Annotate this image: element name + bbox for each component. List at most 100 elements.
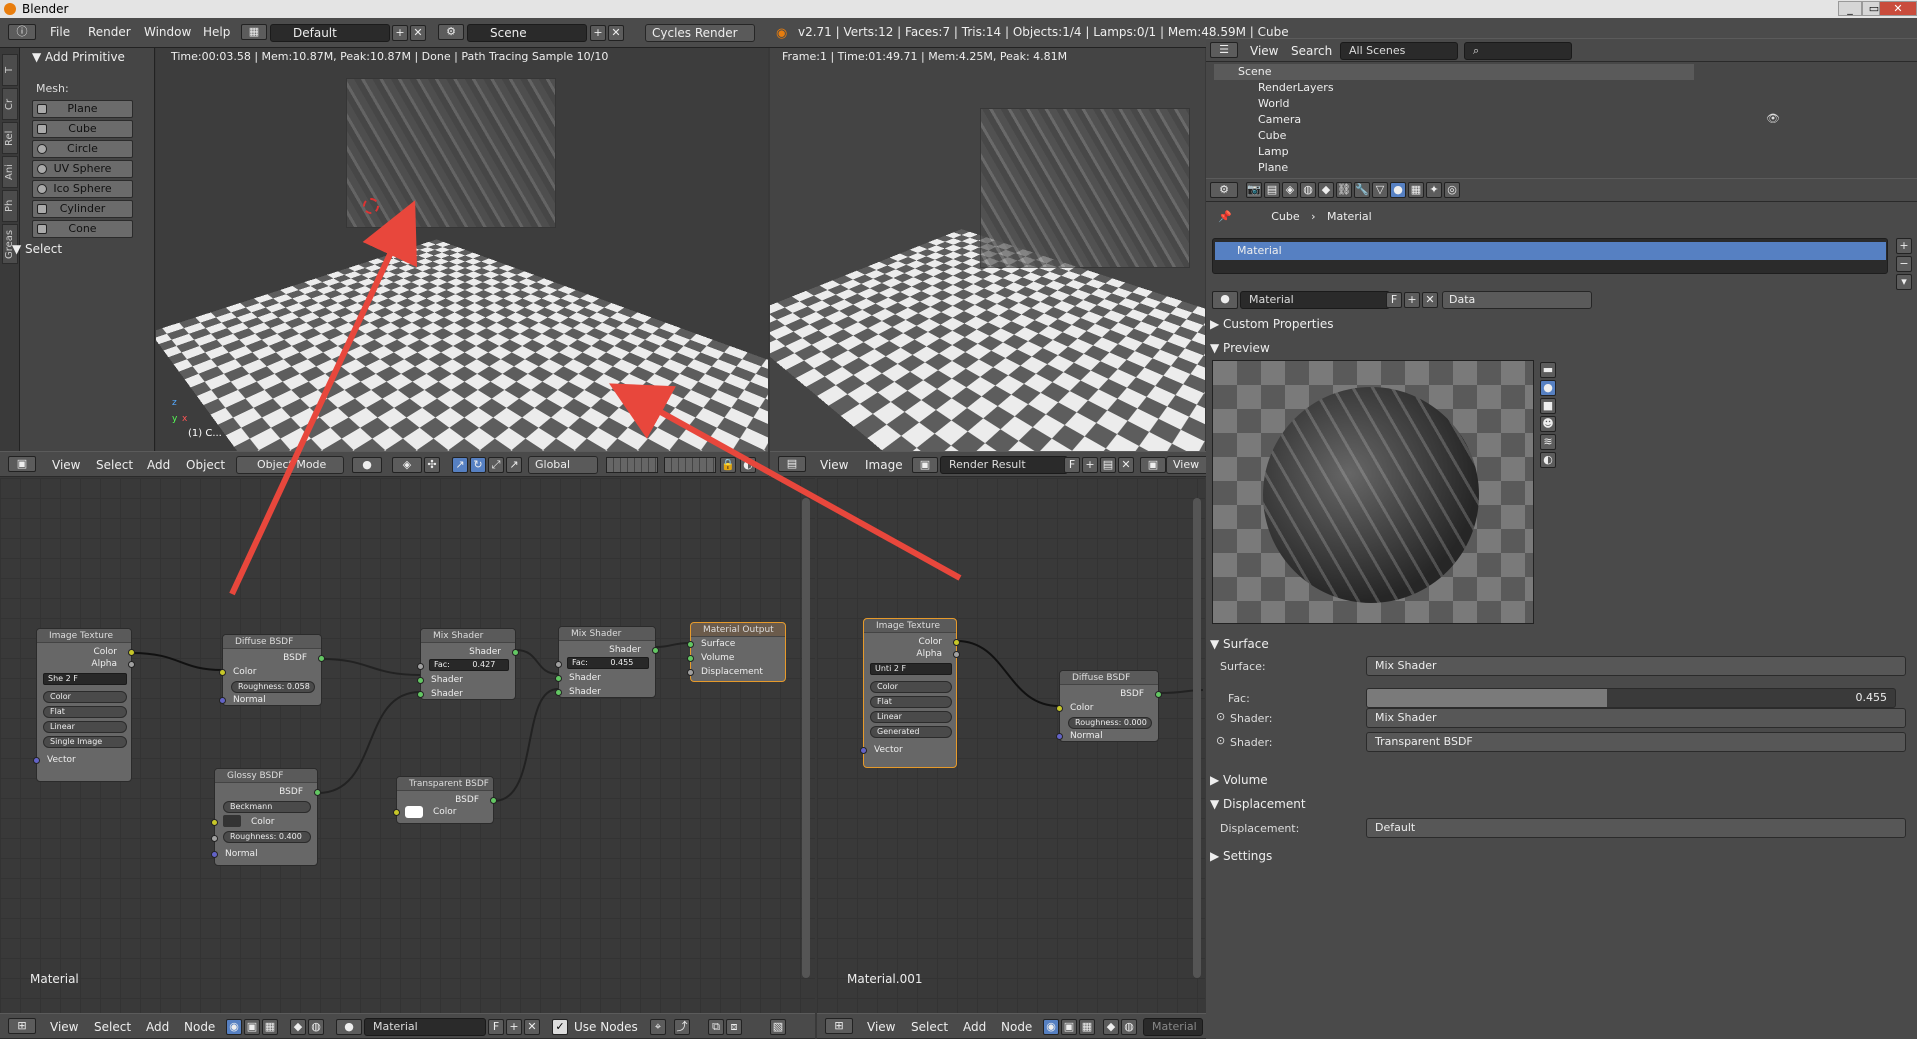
preview-sphere-icon[interactable]: ● xyxy=(1540,380,1556,396)
color-swatch-white[interactable] xyxy=(405,806,423,818)
render-result-field[interactable]: Render Result xyxy=(940,456,1068,474)
roughness-field[interactable]: Roughness: 0.400 xyxy=(223,831,311,843)
preview-cube-icon[interactable]: ■ xyxy=(1540,398,1556,414)
world-shader-icon[interactable]: ◍ xyxy=(1121,1019,1137,1035)
input-socket-normal[interactable] xyxy=(211,851,218,858)
panel-custom-properties[interactable]: ▶ Custom Properties xyxy=(1210,314,1913,334)
scene-field[interactable]: Scene xyxy=(467,24,587,42)
particles-tab-icon[interactable]: ✦ xyxy=(1426,182,1442,198)
visibility-eye-icon[interactable]: 👁 xyxy=(1766,112,1780,125)
view-icon[interactable]: ▣ xyxy=(1140,457,1166,473)
tab-relations[interactable]: Rel xyxy=(2,122,18,154)
outliner-item-camera[interactable]: Camera xyxy=(1234,112,1301,128)
material-fake-user-button[interactable]: F xyxy=(488,1019,504,1035)
output-socket-bsdf[interactable] xyxy=(1155,691,1162,698)
output-socket-bsdf[interactable] xyxy=(314,789,321,796)
shader-nodes-icon[interactable]: ◉ xyxy=(1043,1019,1059,1035)
panel-volume[interactable]: ▶ Volume xyxy=(1210,770,1913,790)
material-slots-list[interactable]: Material xyxy=(1212,238,1888,274)
node-menu-select[interactable]: Select xyxy=(911,1020,948,1034)
backdrop-icon[interactable]: ▧ xyxy=(770,1019,786,1035)
node-menu-view[interactable]: View xyxy=(50,1020,78,1034)
constraints-tab-icon[interactable]: ⛓ xyxy=(1336,182,1352,198)
image-fake-user-button[interactable]: F xyxy=(1064,457,1080,473)
interpolation-dropdown[interactable]: Flat xyxy=(870,696,952,708)
compositing-nodes-icon[interactable]: ▣ xyxy=(1061,1019,1077,1035)
input-socket-normal[interactable] xyxy=(219,697,226,704)
tab-physics[interactable]: Ph xyxy=(2,190,18,222)
texture-tab-icon[interactable]: ▦ xyxy=(1408,182,1424,198)
image-view-dropdown[interactable]: View xyxy=(1166,456,1210,474)
screen-add-button[interactable]: + xyxy=(392,25,408,41)
render-layers-tab-icon[interactable]: ▤ xyxy=(1264,182,1280,198)
material-new-button[interactable]: + xyxy=(506,1019,522,1035)
data-tab-icon[interactable]: ▽ xyxy=(1372,182,1388,198)
slot-add-button[interactable]: + xyxy=(1896,238,1912,254)
slot-menu-button[interactable]: ▾ xyxy=(1896,274,1912,290)
material-browse-icon[interactable]: ● xyxy=(1212,291,1238,309)
input-socket-shader-1[interactable] xyxy=(555,675,562,682)
outliner-search-input[interactable]: ⌕ xyxy=(1464,42,1572,60)
material-browse-icon[interactable]: ● xyxy=(336,1019,362,1035)
input-socket-vector[interactable] xyxy=(860,747,867,754)
add-ico-sphere-button[interactable]: Ico Sphere xyxy=(32,180,133,198)
displacement-field[interactable]: Default xyxy=(1366,818,1906,838)
mode-dropdown[interactable]: Object Mode xyxy=(236,456,344,474)
material-datablock-field[interactable]: Material xyxy=(1240,291,1390,309)
fac-field[interactable]: Fac: 0.455 xyxy=(567,657,649,669)
scene-tab-icon[interactable]: ◈ xyxy=(1282,182,1298,198)
outliner[interactable]: ☰ View Search All Scenes ⌕ Scene RenderL… xyxy=(1206,38,1917,178)
outliner-item-cube[interactable]: Cube xyxy=(1234,128,1286,144)
minimize-button[interactable]: _ xyxy=(1838,1,1862,16)
input-socket-surface[interactable] xyxy=(687,641,694,648)
viewport-menu-object[interactable]: Object xyxy=(186,458,225,472)
fac-field[interactable]: Fac: 0.427 xyxy=(429,659,509,671)
input-socket-color[interactable] xyxy=(1056,705,1063,712)
output-socket-alpha[interactable] xyxy=(128,661,135,668)
node-menu-node[interactable]: Node xyxy=(184,1020,215,1034)
material-unlink-button[interactable]: ✕ xyxy=(1422,292,1438,308)
material-link-dropdown[interactable]: Data xyxy=(1442,291,1592,309)
compositing-nodes-icon[interactable]: ▣ xyxy=(244,1019,260,1035)
viewport-menu-add[interactable]: Add xyxy=(147,458,170,472)
output-socket-alpha[interactable] xyxy=(953,651,960,658)
image-unlink-button[interactable]: ✕ xyxy=(1118,457,1134,473)
node-menu-view[interactable]: View xyxy=(867,1020,895,1034)
material-tab-icon[interactable]: ● xyxy=(1390,182,1406,198)
shader1-link-icon[interactable]: ⊙ xyxy=(1216,710,1225,723)
render-engine-dropdown[interactable]: Cycles Render xyxy=(645,24,755,42)
image-new-button[interactable]: + xyxy=(1082,457,1098,473)
texture-nodes-icon[interactable]: ▦ xyxy=(262,1019,278,1035)
shader2-field[interactable]: Transparent BSDF xyxy=(1366,732,1906,752)
interpolation-dropdown[interactable]: Flat xyxy=(43,706,127,718)
input-socket-volume[interactable] xyxy=(687,655,694,662)
node-glossy-bsdf[interactable]: Glossy BSDF BSDF Beckmann Color Roughnes… xyxy=(211,768,321,866)
3d-cursor-icon[interactable] xyxy=(363,198,379,214)
preview-sphere-sky-icon[interactable]: ◐ xyxy=(1540,452,1556,468)
image-editor-render[interactable]: Frame:1 | Time:01:49.71 | Mem:4.25M, Pea… xyxy=(770,48,1205,451)
screen-delete-button[interactable]: ✕ xyxy=(410,25,426,41)
panel-select-header[interactable]: ▼ Select xyxy=(12,242,62,256)
output-socket-shader[interactable] xyxy=(652,647,659,654)
color-swatch[interactable] xyxy=(223,815,241,827)
input-socket-shader-2[interactable] xyxy=(417,691,424,698)
add-cone-button[interactable]: Cone xyxy=(32,220,133,238)
translate-manipulator-icon[interactable]: ↗ xyxy=(452,457,468,473)
orientation-icon[interactable]: ↗ xyxy=(506,457,522,473)
editor-type-3d-icon[interactable]: ▣ xyxy=(8,456,36,472)
editor-type-node-icon[interactable]: ⊞ xyxy=(8,1018,36,1034)
scale-manipulator-icon[interactable]: ⤢ xyxy=(488,457,504,473)
node-diffuse-bsdf-2[interactable]: Diffuse BSDF BSDF Color Roughness: 0.000… xyxy=(1056,670,1162,742)
material-new-button[interactable]: + xyxy=(1404,292,1420,308)
color-space-dropdown[interactable]: Color xyxy=(870,681,952,693)
roughness-field[interactable]: Roughness: 0.058 xyxy=(231,681,315,693)
add-plane-button[interactable]: Plane xyxy=(32,100,133,118)
editor-type-properties-icon[interactable]: ⚙ xyxy=(1210,182,1238,198)
render-preview-icon[interactable]: ◐ xyxy=(740,457,756,473)
input-socket-color[interactable] xyxy=(211,819,218,826)
manipulator-toggle-icon[interactable]: ✣ xyxy=(424,457,440,473)
input-socket-shader-1[interactable] xyxy=(417,677,424,684)
input-socket-color[interactable] xyxy=(393,809,400,816)
image-datablock-field[interactable]: She 2 F xyxy=(43,673,127,685)
input-socket-shader-2[interactable] xyxy=(555,689,562,696)
